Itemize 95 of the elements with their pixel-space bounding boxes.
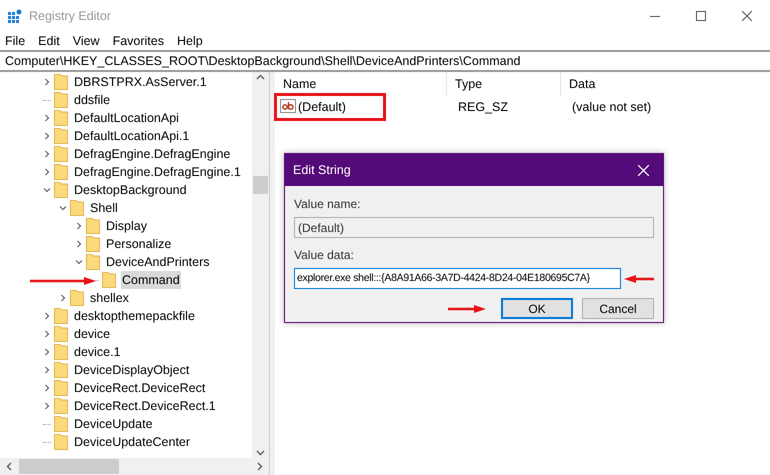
chevron-right-icon[interactable] xyxy=(43,366,51,374)
folder-icon xyxy=(54,146,68,162)
chevron-right-icon[interactable] xyxy=(75,222,83,230)
tree-item[interactable]: DeviceRect.DeviceRect.1 xyxy=(73,397,217,415)
menu-item[interactable]: View xyxy=(72,32,100,50)
scroll-down-icon[interactable] xyxy=(256,450,265,456)
field-label: Value name: xyxy=(294,196,362,213)
tree-item[interactable]: Shell xyxy=(89,199,119,217)
chevron-right-icon[interactable] xyxy=(75,240,83,248)
folder-icon xyxy=(86,218,100,234)
tree-item[interactable]: DeviceUpdateCenter xyxy=(73,433,192,451)
folder-icon xyxy=(86,254,100,270)
menu-item[interactable]: Help xyxy=(176,32,203,50)
tree-item[interactable]: DefaultLocationApi xyxy=(73,109,180,127)
field-label: Value data: xyxy=(294,247,355,264)
tree-item[interactable]: DBRSTPRX.AsServer.1 xyxy=(73,73,208,91)
dialog-title: Edit String xyxy=(293,162,351,179)
pointer-arrow-icon xyxy=(30,276,96,286)
tree-item[interactable]: Personalize xyxy=(105,235,172,253)
chevron-down-icon[interactable] xyxy=(43,186,51,194)
menu-item[interactable]: File xyxy=(5,32,26,50)
menu-item[interactable]: Favorites xyxy=(112,32,164,50)
chevron-right-icon[interactable] xyxy=(43,348,51,356)
chevron-right-icon[interactable] xyxy=(43,330,51,338)
scrollbar-thumb[interactable] xyxy=(19,459,119,474)
chevron-right-icon[interactable] xyxy=(43,132,51,140)
tree-item[interactable]: Command xyxy=(121,271,181,289)
dialog-button[interactable]: Cancel xyxy=(582,298,654,319)
column-header[interactable]: Name xyxy=(275,72,447,96)
scrollbar-thumb[interactable] xyxy=(253,176,268,194)
scroll-right-icon[interactable] xyxy=(257,462,263,471)
registry-app-icon xyxy=(8,9,22,23)
table-cell-text: (value not set) xyxy=(571,98,652,116)
chevron-right-icon[interactable] xyxy=(43,78,51,86)
tree-item[interactable]: DeviceRect.DeviceRect xyxy=(73,379,206,397)
folder-icon xyxy=(54,74,68,90)
close-icon xyxy=(638,164,648,176)
folder-icon xyxy=(54,182,68,198)
tree-item[interactable]: DefragEngine.DefragEngine.1 xyxy=(73,163,242,181)
chevron-right-icon[interactable] xyxy=(43,114,51,122)
folder-icon xyxy=(70,290,84,306)
chevron-down-icon[interactable] xyxy=(75,258,83,266)
tree-item[interactable]: DefragEngine.DefragEngine xyxy=(73,145,232,163)
chevron-down-icon[interactable] xyxy=(59,204,67,212)
column-header[interactable]: Type xyxy=(447,72,561,96)
close-icon xyxy=(742,11,752,21)
tree-item[interactable]: DeviceUpdate xyxy=(73,415,154,433)
scroll-left-icon[interactable] xyxy=(6,462,12,471)
tree-item[interactable]: DeviceAndPrinters xyxy=(105,253,211,271)
table-cell-text: REG_SZ xyxy=(457,98,510,116)
folder-icon xyxy=(86,236,100,252)
value-name[interactable]: (Default) xyxy=(298,98,346,116)
tree-item[interactable]: desktopthemepackfile xyxy=(73,307,196,325)
folder-icon xyxy=(54,164,68,180)
tree-item[interactable]: DefaultLocationApi.1 xyxy=(73,127,190,145)
folder-icon xyxy=(54,110,68,126)
tree-item[interactable]: ddsfile xyxy=(73,91,112,109)
vertical-scrollbar[interactable] xyxy=(252,72,269,458)
tree-item[interactable]: shellex xyxy=(89,289,130,307)
pointer-arrow-icon xyxy=(448,304,486,314)
folder-icon xyxy=(54,416,68,432)
address-bar[interactable]: Computer\HKEY_CLASSES_ROOT\DesktopBackground\Shell\DeviceAndPrinters\Command xyxy=(0,50,770,72)
chevron-right-icon[interactable] xyxy=(59,294,67,302)
folder-icon xyxy=(54,344,68,360)
tree-item[interactable]: DesktopBackground xyxy=(73,181,188,199)
tree-item[interactable]: Display xyxy=(105,217,148,235)
folder-icon xyxy=(54,434,68,450)
chevron-right-icon[interactable] xyxy=(43,384,51,392)
chevron-right-icon[interactable] xyxy=(43,168,51,176)
folder-icon xyxy=(54,362,68,378)
folder-icon xyxy=(54,326,68,342)
chevron-right-icon[interactable] xyxy=(43,312,51,320)
folder-icon xyxy=(54,308,68,324)
folder-icon xyxy=(54,92,68,108)
dialog-button[interactable]: OK xyxy=(501,298,573,319)
scroll-up-icon[interactable] xyxy=(256,74,265,80)
pointer-arrow-icon xyxy=(624,274,654,284)
column-header[interactable]: Data xyxy=(561,72,681,96)
maximize-icon xyxy=(696,11,706,21)
chevron-right-icon[interactable] xyxy=(43,402,51,410)
menu-item[interactable]: Edit xyxy=(38,32,60,50)
folder-icon xyxy=(54,128,68,144)
string-value-icon xyxy=(280,99,296,115)
tree-item[interactable]: device.1 xyxy=(73,343,122,361)
folder-icon xyxy=(54,380,68,396)
window-title: Registry Editor xyxy=(29,8,111,25)
folder-icon xyxy=(54,398,68,414)
value-data-field[interactable]: explorer.exe shell:::{A8A91A66-3A7D-4424-8D24-04E180695C7A} xyxy=(294,268,621,289)
chevron-right-icon[interactable] xyxy=(43,150,51,158)
value-name-field: (Default) xyxy=(294,217,654,238)
tree-item[interactable]: device xyxy=(73,325,112,343)
folder-icon xyxy=(70,200,84,216)
folder-icon xyxy=(102,272,116,288)
tree-item[interactable]: DeviceDisplayObject xyxy=(73,361,190,379)
horizontal-scrollbar[interactable] xyxy=(0,458,269,475)
